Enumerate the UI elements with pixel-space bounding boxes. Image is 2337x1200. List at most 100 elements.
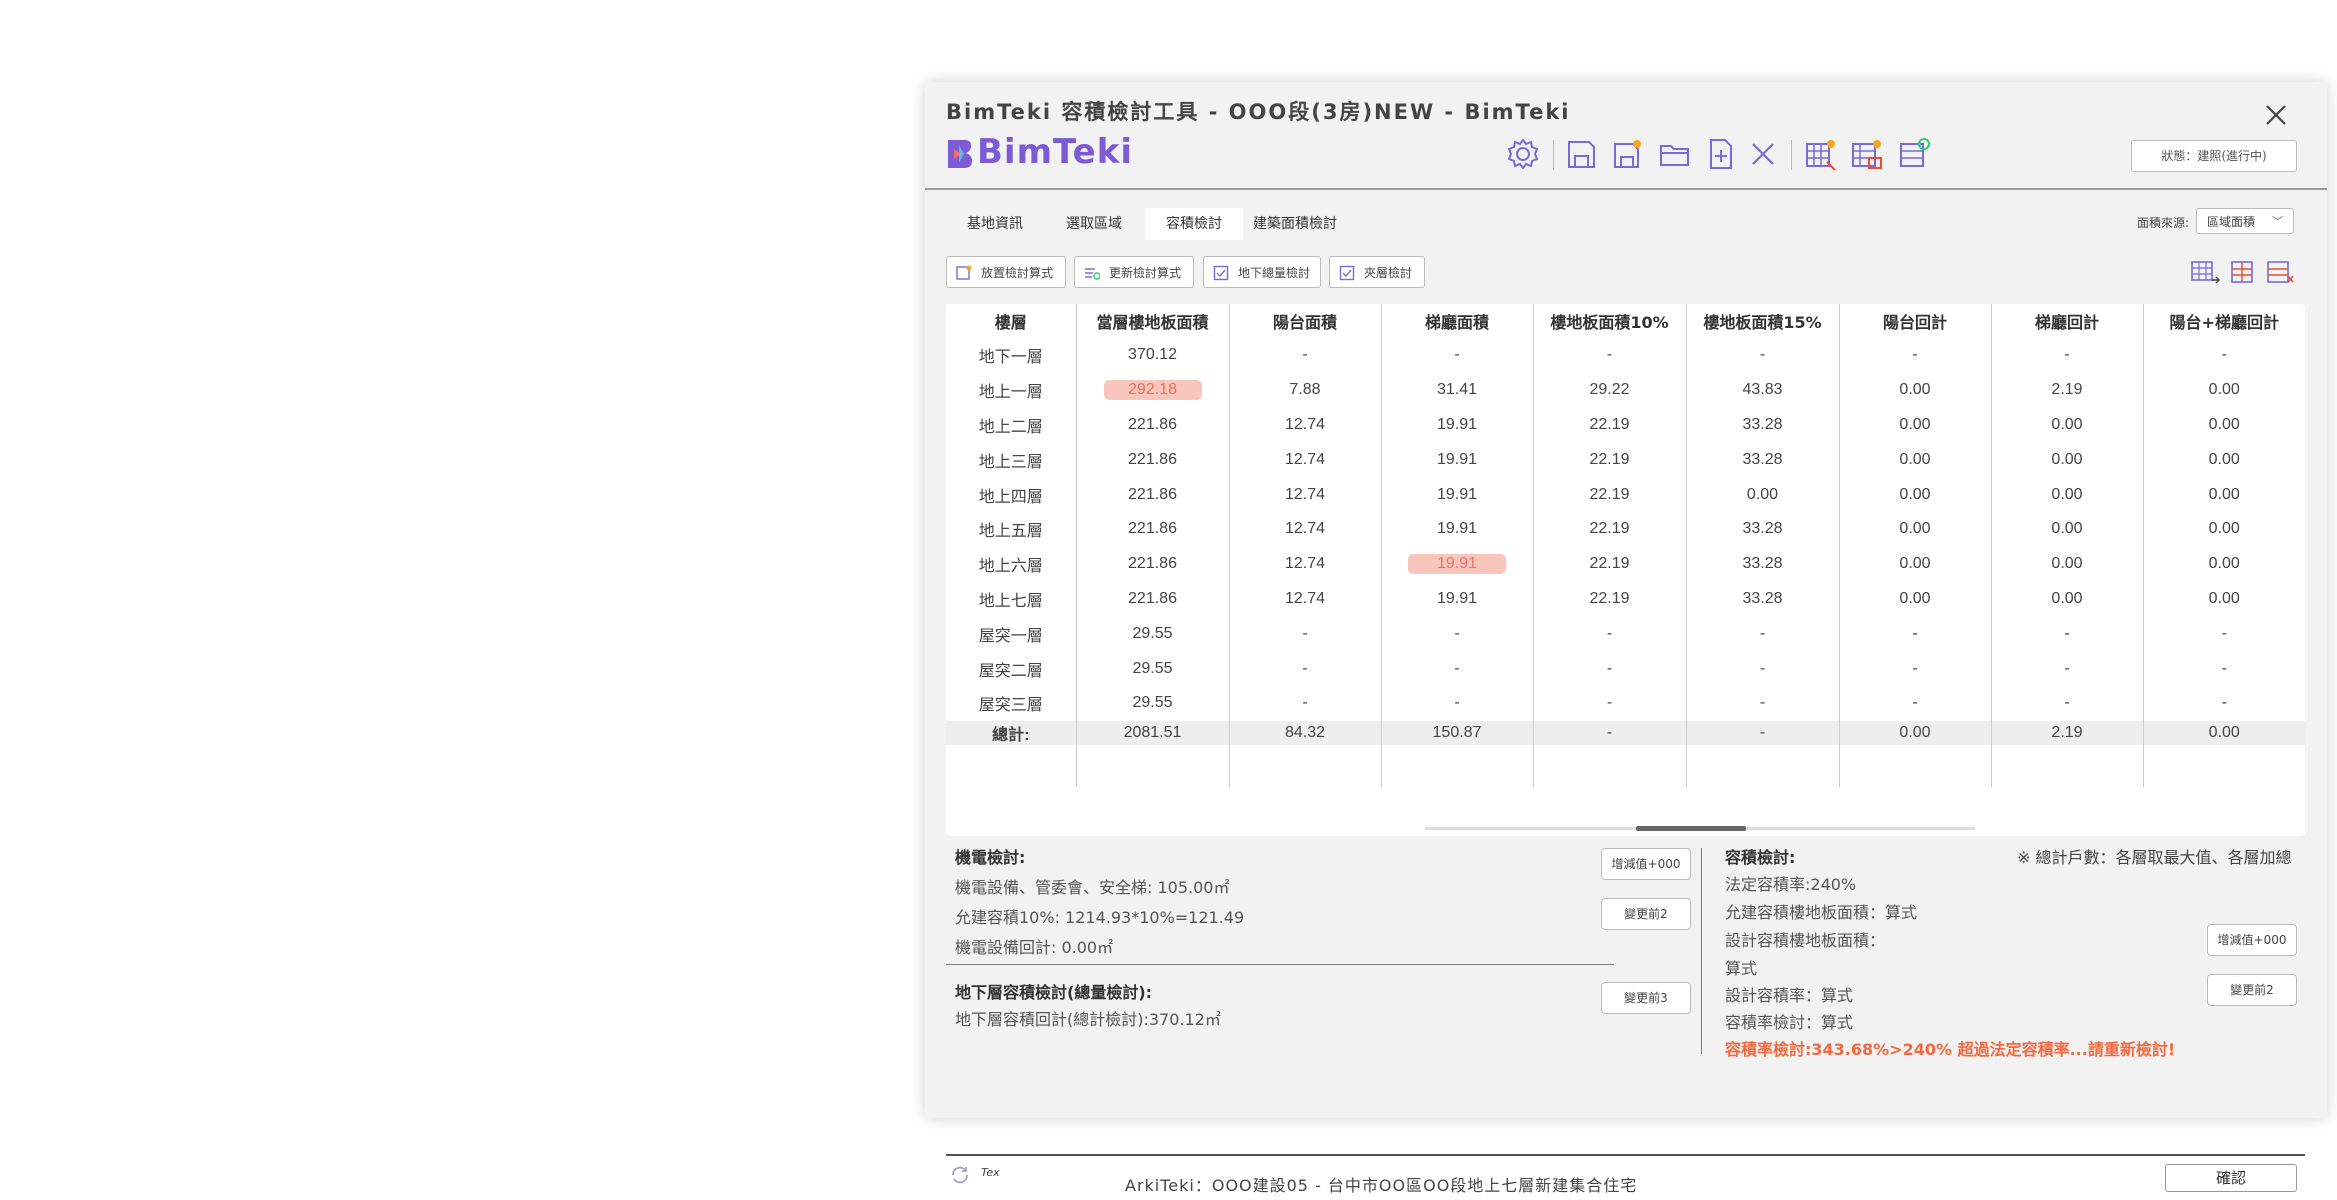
value-cell: -: [1990, 685, 2143, 721]
delete-icon[interactable]: [1745, 136, 1781, 172]
table-delete-icon[interactable]: [2264, 258, 2294, 286]
tab-far-check[interactable]: 容積檢討: [1145, 208, 1243, 240]
value-cell: 12.74: [1228, 581, 1381, 617]
table-row[interactable]: 地上五層 221.86 12.74 19.91 22.19 33.28 0.00 0.00 0.…: [946, 511, 2305, 547]
value-cell: -: [1380, 685, 1533, 721]
value-cell: 0.00: [1838, 477, 1991, 512]
floor-cell: 地上六層: [978, 558, 1043, 576]
far-note: ※ 總計戶數：各層取最大值、各層加總: [2017, 848, 2292, 867]
far-change-button[interactable]: 變更前2: [2207, 974, 2297, 1006]
value-cell: 0.00: [2142, 442, 2305, 478]
logo-mark-icon: [948, 140, 972, 168]
status-button[interactable]: 狀態：建照(進行中): [2131, 140, 2297, 172]
table-row[interactable]: 地上三層 221.86 12.74 19.91 22.19 33.28 0.00 0.00 0.…: [946, 442, 2305, 478]
highlighted-value: 19.91: [1408, 554, 1506, 575]
value-cell: 0.00: [2142, 372, 2305, 408]
table-row[interactable]: 屋突二層 29.55- - - - - - -: [946, 651, 2305, 686]
value-cell: -: [1532, 685, 1686, 721]
value-cell: 221.86: [1075, 477, 1229, 512]
empty-cell: [1075, 744, 1229, 787]
col-floor-area[interactable]: 當層樓地板面積: [1075, 304, 1229, 338]
far-warning: 容積率檢討:343.68%>240% 超過法定容積率...請重新檢討!: [1725, 1040, 2176, 1059]
value-cell: 19.91: [1380, 442, 1533, 478]
table-area-icon[interactable]: [1803, 136, 1839, 172]
col-area-10pct[interactable]: 樓地板面積10%: [1532, 304, 1686, 338]
value-cell: 22.19: [1532, 442, 1686, 478]
close-icon[interactable]: [2261, 100, 2291, 130]
table-row[interactable]: 地上四層 221.86 12.74 19.91 22.19 0.00 0.00 0.00 0.0…: [946, 477, 2305, 512]
area-source-label: 面積來源:: [2137, 216, 2190, 230]
floor-cell: 地上二層: [978, 418, 1043, 436]
total-cell: 2.19: [1990, 720, 2143, 745]
far-line-1: 法定容積率:240%: [1725, 875, 1857, 894]
value-cell: -: [1685, 338, 1839, 373]
value-cell: 221.86: [1075, 511, 1229, 547]
table-row[interactable]: 地下一層 370.12- - - - - - -: [946, 338, 2305, 373]
value-cell: 29.55: [1075, 616, 1229, 652]
empty-cell: [1228, 744, 1381, 787]
value-cell: 0.00: [1990, 442, 2143, 478]
total-row: 總計: 2081.51 84.32 150.87- -0.00 2.19 0.00: [946, 720, 2305, 745]
mezzanine-check-button[interactable]: 夾層檢討: [1329, 256, 1425, 288]
value-cell: 12.74: [1228, 407, 1381, 443]
basement-change-button[interactable]: 變更前3: [1601, 982, 1691, 1014]
value-cell: 0.00: [2142, 581, 2305, 617]
floor-cell: 地上四層: [978, 488, 1043, 506]
table-insert-icon[interactable]: [2190, 258, 2220, 286]
toolbar-separator: [1553, 140, 1554, 170]
table-header-row: 樓層 當層樓地板面積 陽台面積 梯廳面積 樓地板面積10% 樓地板面積15% 陽…: [946, 304, 2305, 338]
value-cell: 33.28: [1685, 407, 1839, 443]
far-adjust-button[interactable]: 增減值+000: [2207, 924, 2297, 956]
open-folder-icon[interactable]: [1657, 136, 1693, 172]
update-formula-button[interactable]: 更新檢討算式: [1074, 256, 1194, 288]
floor-cell: 屋突三層: [978, 697, 1043, 715]
table-refresh-icon[interactable]: [1897, 136, 1933, 172]
tab-site-info[interactable]: 基地資訊: [945, 208, 1045, 240]
mep-change-button[interactable]: 變更前2: [1601, 898, 1691, 930]
value-cell: 0.00: [1838, 372, 1991, 408]
value-cell: -: [2142, 651, 2305, 686]
table-columns-icon[interactable]: [2228, 258, 2258, 286]
col-balcony-area[interactable]: 陽台面積: [1228, 304, 1381, 338]
table-row[interactable]: 屋突三層 29.55- - - - - - -: [946, 685, 2305, 721]
total-cell: -: [1532, 720, 1686, 745]
tex-icon[interactable]: Tex: [981, 1166, 1000, 1179]
tab-select-area[interactable]: 選取區域: [1045, 208, 1143, 240]
value-cell: 12.74: [1228, 511, 1381, 547]
save-as-icon[interactable]: [1609, 136, 1645, 172]
tab-building-area-check[interactable]: 建築面積檢討: [1243, 208, 1347, 240]
ok-button[interactable]: 確認: [2165, 1164, 2297, 1192]
mep-adjust-button[interactable]: 增減值+000: [1601, 848, 1691, 880]
new-file-icon[interactable]: [1703, 136, 1739, 172]
area-source-select[interactable]: 區域面積 ﹀: [2196, 208, 2294, 234]
table-row[interactable]: 地上一層 292.18 7.88 31.41 29.22 43.83 0.00 2.19 0.0…: [946, 372, 2305, 408]
col-lobby-area[interactable]: 梯廳面積: [1380, 304, 1533, 338]
col-balcony-lobby-return[interactable]: 陽台+梯廳回計: [2142, 304, 2305, 338]
scrollbar-thumb[interactable]: [1636, 826, 1746, 831]
far-table-panel: 樓層 當層樓地板面積 陽台面積 梯廳面積 樓地板面積10% 樓地板面積15% 陽…: [946, 304, 2305, 836]
floor-cell: 地上一層: [978, 384, 1043, 402]
col-balcony-return[interactable]: 陽台回計: [1838, 304, 1991, 338]
table-row[interactable]: 屋突一層 29.55- - - - - - -: [946, 616, 2305, 652]
value-cell: 0.00: [1685, 477, 1839, 512]
place-formula-button[interactable]: 放置檢討算式: [946, 256, 1066, 288]
save-icon[interactable]: [1563, 136, 1599, 172]
table-row[interactable]: 地上六層 221.86 12.74 19.91 22.19 33.28 0.00 0.00 0.…: [946, 546, 2305, 582]
refresh-icon[interactable]: [949, 1164, 971, 1186]
table-row[interactable]: 地上二層 221.86 12.74 19.91 22.19 33.28 0.00 0.00 0.…: [946, 407, 2305, 443]
value-cell: -: [1838, 651, 1991, 686]
gear-icon[interactable]: [1505, 136, 1541, 172]
total-cell: 2081.51: [1075, 720, 1229, 745]
value-cell: 221.86: [1075, 546, 1229, 582]
col-area-15pct[interactable]: 樓地板面積15%: [1685, 304, 1839, 338]
basement-total-check-button[interactable]: 地下總量檢討: [1203, 256, 1321, 288]
col-floor[interactable]: 樓層: [946, 304, 1076, 338]
value-cell: 0.00: [1838, 546, 1991, 582]
value-cell: 22.19: [1532, 581, 1686, 617]
table-row[interactable]: 地上七層 221.86 12.74 19.91 22.19 33.28 0.00 0.00 0.…: [946, 581, 2305, 617]
value-cell: -: [1380, 338, 1533, 373]
value-cell: 0.00: [1990, 546, 2143, 582]
col-lobby-return[interactable]: 梯廳回計: [1990, 304, 2143, 338]
value-cell: -: [1532, 338, 1686, 373]
table-export-icon[interactable]: [1849, 136, 1885, 172]
